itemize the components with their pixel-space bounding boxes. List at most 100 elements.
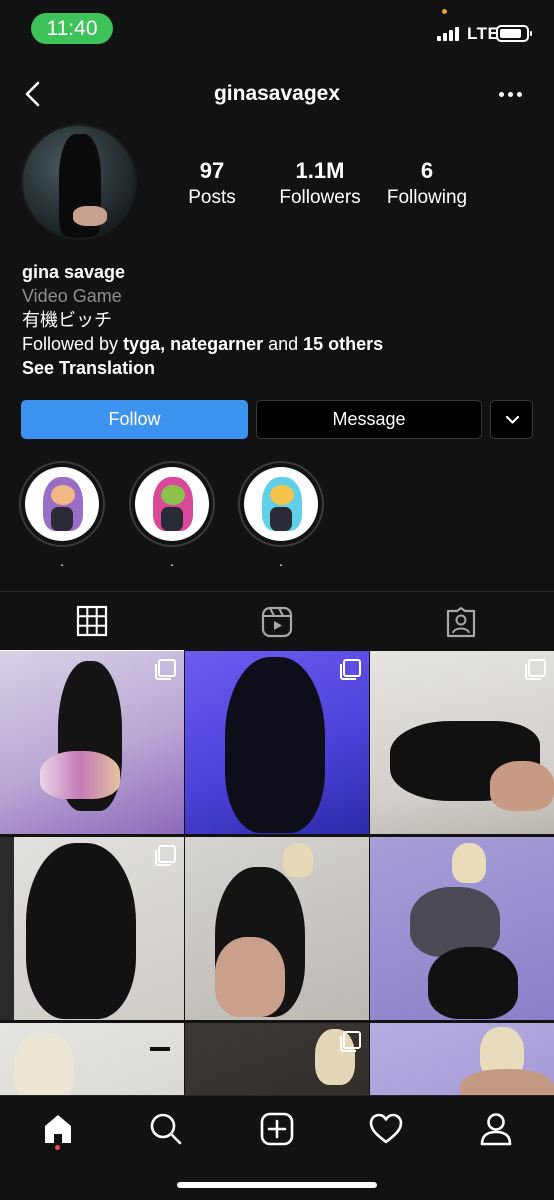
message-button[interactable]: Message	[256, 400, 482, 439]
post-thumbnail[interactable]	[370, 651, 554, 834]
post-image	[428, 947, 518, 1019]
tab-reels[interactable]	[185, 592, 369, 652]
more-dot-icon	[516, 91, 522, 97]
highlight-art	[51, 485, 75, 505]
post-image	[26, 843, 136, 1019]
post-thumbnail[interactable]	[185, 651, 369, 834]
followers-count[interactable]: 1.1M Followers	[270, 156, 370, 210]
posts-grid	[0, 651, 554, 1095]
follow-button[interactable]: Follow	[21, 400, 248, 439]
tagged-icon	[446, 606, 476, 638]
post-thumbnail[interactable]	[370, 1023, 554, 1095]
more-dot-icon	[507, 91, 513, 97]
post-image	[215, 937, 285, 1017]
new-post-icon	[260, 1112, 294, 1146]
following-value: 6	[420, 158, 434, 183]
post-thumbnail[interactable]	[370, 837, 554, 1020]
profile-bio: gina savage Video Game 有機ビッチ Followed by…	[22, 260, 532, 380]
following-count[interactable]: 6 Following	[380, 156, 474, 210]
posts-value: 97	[199, 158, 225, 183]
story-highlight[interactable]: .	[129, 461, 215, 569]
posts-label: Posts	[188, 187, 236, 208]
highlight-ring	[19, 461, 105, 547]
followed-by-others: 15 others	[303, 334, 384, 354]
mic-indicator	[442, 9, 447, 14]
page-title: ginasavagex	[213, 82, 341, 105]
highlight-art	[270, 507, 292, 531]
post-image	[460, 1069, 554, 1095]
post-image	[283, 843, 313, 877]
reels-icon	[261, 606, 293, 638]
home-indicator[interactable]	[177, 1182, 377, 1188]
carousel-icon	[155, 659, 176, 680]
nav-search[interactable]	[143, 1106, 189, 1152]
profile-icon	[480, 1113, 512, 1146]
category-label: Video Game	[22, 286, 122, 306]
story-highlight[interactable]: .	[238, 461, 324, 569]
network-label: LTE	[467, 24, 500, 43]
highlight-ring	[238, 461, 324, 547]
post-thumbnail[interactable]	[185, 1023, 369, 1095]
nav-activity[interactable]	[363, 1106, 409, 1152]
carousel-icon	[340, 1031, 361, 1052]
highlight-label: .	[170, 553, 174, 569]
carousel-icon	[155, 845, 176, 866]
post-image	[14, 1033, 74, 1095]
bio-text: 有機ビッチ	[22, 310, 112, 330]
followed-by-users: tyga, nategarner	[123, 334, 264, 354]
followed-by[interactable]: Followed by tyga, nategarner and 15 othe…	[22, 332, 532, 356]
carousel-icon	[340, 659, 361, 680]
more-dot-icon	[498, 91, 504, 97]
post-image	[40, 751, 120, 799]
status-time: 11:40	[31, 13, 113, 44]
profile-tabs	[0, 591, 554, 652]
followers-value: 1.1M	[295, 158, 345, 183]
post-thumbnail[interactable]	[0, 651, 184, 834]
post-image	[0, 837, 14, 1020]
post-image	[490, 761, 554, 811]
tab-tagged[interactable]	[369, 592, 553, 652]
highlight-art	[161, 485, 185, 505]
nav-new-post[interactable]	[254, 1106, 300, 1152]
nav-profile[interactable]	[473, 1106, 519, 1152]
highlight-cover	[135, 467, 209, 541]
highlight-art	[270, 485, 294, 505]
chevron-down-icon	[505, 415, 520, 424]
post-thumbnail[interactable]	[185, 837, 369, 1020]
post-image	[150, 1047, 170, 1051]
suggested-accounts-button[interactable]	[490, 400, 533, 439]
search-icon	[150, 1113, 182, 1145]
highlight-art	[51, 507, 73, 531]
see-translation-link[interactable]: See Translation	[22, 356, 532, 380]
signal-icon	[437, 26, 459, 41]
highlight-ring	[129, 461, 215, 547]
posts-count: 97 Posts	[172, 156, 252, 210]
home-icon	[45, 1115, 71, 1143]
bottom-navigation	[0, 1095, 554, 1200]
notification-dot	[55, 1145, 60, 1150]
highlight-art	[161, 507, 183, 531]
status-bar: 11:40 LTE	[0, 0, 554, 56]
followed-by-and: and	[263, 334, 304, 354]
avatar[interactable]	[21, 124, 137, 240]
grid-icon	[76, 605, 108, 637]
followed-by-prefix: Followed by	[22, 334, 124, 354]
avatar-detail	[73, 206, 107, 226]
post-thumbnail[interactable]	[0, 1023, 184, 1095]
highlight-cover	[25, 467, 99, 541]
story-highlight[interactable]: .	[19, 461, 105, 569]
tab-posts-grid[interactable]	[0, 592, 184, 652]
highlight-label: .	[60, 553, 64, 569]
post-thumbnail[interactable]	[0, 837, 184, 1020]
battery-icon	[496, 25, 532, 42]
more-options-button[interactable]	[490, 82, 530, 106]
highlight-cover	[244, 467, 318, 541]
post-image	[452, 843, 486, 883]
following-label: Following	[386, 187, 468, 208]
highlight-label: .	[279, 553, 283, 569]
post-image	[410, 887, 500, 957]
profile-header: ginasavagex	[0, 68, 554, 120]
carousel-icon	[525, 659, 546, 680]
activity-icon	[369, 1113, 403, 1144]
post-image	[225, 657, 325, 833]
